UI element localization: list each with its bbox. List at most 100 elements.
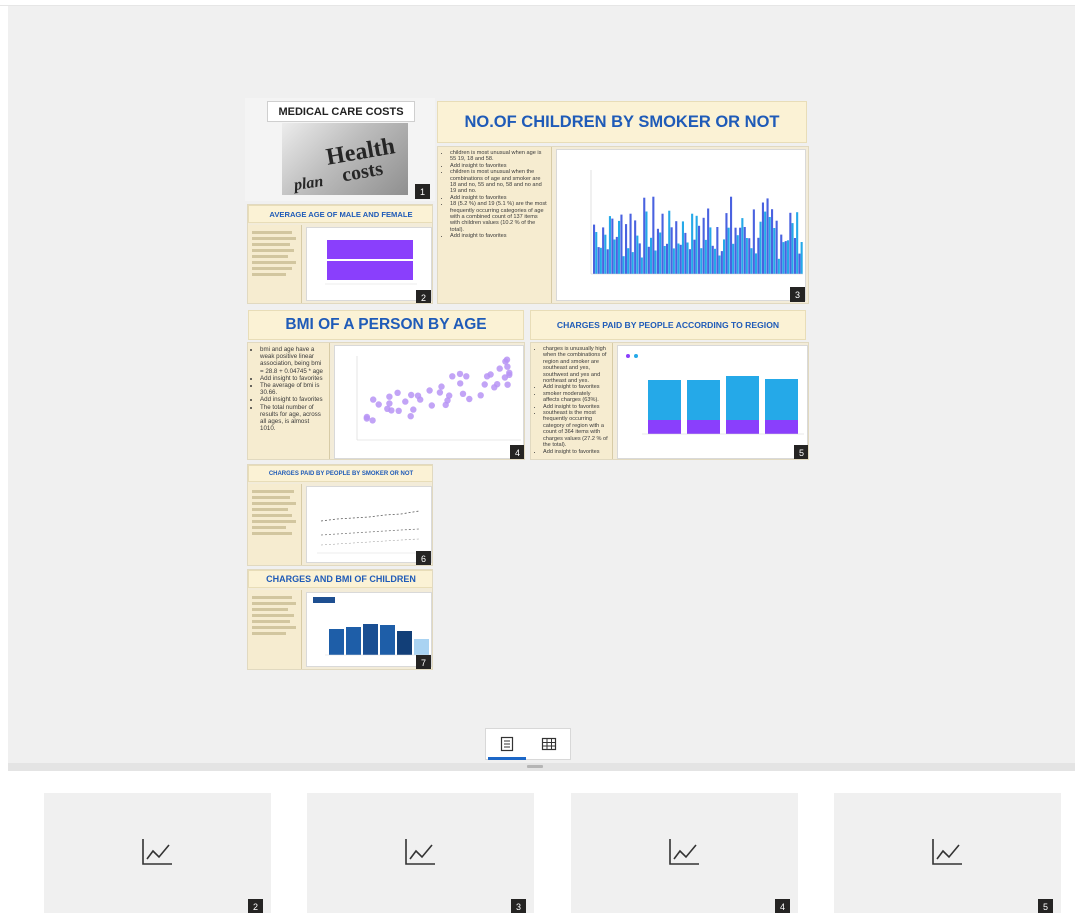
avg-age-bar-male: [327, 261, 413, 280]
insight-link[interactable]: Add insight to favorites: [260, 375, 325, 382]
bar: [716, 227, 719, 274]
bar: [786, 240, 789, 274]
visual-4-bmi-panel[interactable]: bmi and age have a weak positive linear …: [247, 342, 525, 460]
thumbnail-card[interactable]: 4: [571, 793, 798, 913]
point: [386, 393, 393, 400]
smoker-line-svg: [317, 510, 427, 554]
bar: [629, 213, 632, 274]
health-costs-image: Health costs plan: [282, 123, 408, 195]
visual-badge-3: 3: [790, 287, 805, 302]
report-page[interactable]: MEDICAL CARE COSTS Health costs plan 1 N…: [245, 98, 810, 673]
bar: [672, 248, 675, 274]
bar: [620, 214, 623, 274]
bmi-children-bar-chart[interactable]: [306, 592, 432, 667]
point: [456, 370, 464, 378]
insight-link[interactable]: Add insight to favorites: [450, 233, 547, 239]
bar: [634, 220, 637, 274]
point: [363, 413, 371, 421]
bar: [734, 227, 737, 274]
bar: [663, 246, 666, 274]
smoker-line-chart[interactable]: [306, 486, 432, 563]
point: [459, 390, 467, 397]
bmi-scatter-chart[interactable]: [334, 345, 524, 459]
insight-link[interactable]: Add insight to favorites: [260, 396, 325, 403]
point: [395, 407, 402, 414]
bar: [618, 220, 621, 274]
point: [402, 398, 409, 405]
bar: [593, 224, 596, 274]
bar: [640, 257, 643, 274]
bar: [659, 232, 662, 274]
bar: [736, 235, 739, 274]
bar: [732, 243, 735, 274]
bar: [693, 239, 696, 274]
bar: [723, 239, 726, 274]
bar: [720, 251, 723, 274]
point: [463, 373, 470, 380]
bmi-children-svg: [313, 597, 431, 656]
thumbnail-card[interactable]: 5: [834, 793, 1061, 913]
bar: [707, 208, 710, 274]
page-view-button[interactable]: [486, 729, 528, 760]
insights-notes-bmi: bmi and age have a weak positive linear …: [248, 343, 330, 459]
bar: [800, 242, 803, 274]
bar: [775, 220, 778, 274]
visual-3-children-panel[interactable]: children is most unusual when age is 55 …: [437, 146, 809, 304]
visual-badge-2: 2: [416, 290, 431, 303]
bar: [615, 236, 618, 274]
bar: [766, 198, 769, 274]
bar: [599, 247, 602, 274]
region-stacked-chart[interactable]: [617, 345, 808, 459]
visual-7-bmi-children-panel[interactable]: CHARGES AND BMI OF CHILDREN 7: [247, 569, 433, 670]
bar: [380, 625, 395, 655]
bar: [764, 211, 767, 274]
bar: [613, 239, 616, 274]
visual-2-avg-age-panel[interactable]: AVERAGE AGE OF MALE AND FEMALE 2: [247, 204, 433, 304]
header-bmi-by-age: BMI OF A PERSON BY AGE: [248, 310, 524, 340]
visual-badge-6: 6: [416, 551, 431, 565]
thumbnail-card[interactable]: 2: [44, 793, 271, 913]
visual-badge-5: 5: [794, 445, 808, 459]
visual-1-title-card[interactable]: MEDICAL CARE COSTS Health costs plan 1: [245, 98, 435, 201]
insights-notes-region: charges is unusually high when the combi…: [531, 343, 613, 459]
bar: [679, 244, 682, 274]
bar: [675, 221, 678, 274]
insight-link[interactable]: Add insight to favorites: [543, 384, 608, 390]
bar: [771, 209, 774, 274]
bar: [638, 243, 641, 274]
bar: [777, 258, 780, 274]
bar: [636, 235, 639, 274]
children-bar-svg: [590, 170, 803, 275]
bar: [768, 217, 771, 274]
insight-item: southeast is the most frequently occurri…: [543, 410, 608, 448]
pane-splitter[interactable]: [8, 763, 1075, 771]
bar: [711, 245, 714, 274]
bar: [688, 249, 691, 274]
bar: [698, 225, 701, 274]
header-charges-bmi-children: CHARGES AND BMI OF CHILDREN: [248, 570, 432, 588]
insight-item: charges is unusually high when the combi…: [543, 346, 608, 384]
bar: [748, 238, 751, 274]
bar: [611, 218, 614, 274]
children-bar-chart[interactable]: [556, 149, 806, 301]
thumbnail-card[interactable]: 3: [307, 793, 534, 913]
point: [410, 406, 417, 413]
bar: [687, 380, 720, 420]
visual-6-smoker-panel[interactable]: CHARGES PAID BY PEOPLE BY SMOKER OR NOT: [247, 464, 433, 566]
visual-badge-4: 4: [510, 445, 524, 459]
bar: [625, 224, 628, 274]
avg-age-bar-female: [327, 240, 413, 259]
bar: [414, 639, 429, 655]
insight-item: 18 (5.2 %) and 19 (5.1 %) are the most f…: [450, 201, 547, 233]
insight-link[interactable]: Add insight to favorites: [543, 449, 608, 455]
bar: [726, 420, 759, 434]
point: [446, 392, 453, 399]
avg-age-bar-chart[interactable]: [306, 227, 432, 301]
visual-5-region-panel[interactable]: charges is unusually high when the combi…: [530, 342, 809, 460]
header-avg-age: AVERAGE AGE OF MALE AND FEMALE: [248, 205, 432, 223]
header-children-by-smoker: NO.OF CHILDREN BY SMOKER OR NOT: [437, 101, 807, 143]
table-view-button[interactable]: [528, 729, 570, 759]
splitter-grip-icon[interactable]: [527, 765, 543, 768]
point: [426, 387, 433, 394]
point: [457, 380, 464, 387]
